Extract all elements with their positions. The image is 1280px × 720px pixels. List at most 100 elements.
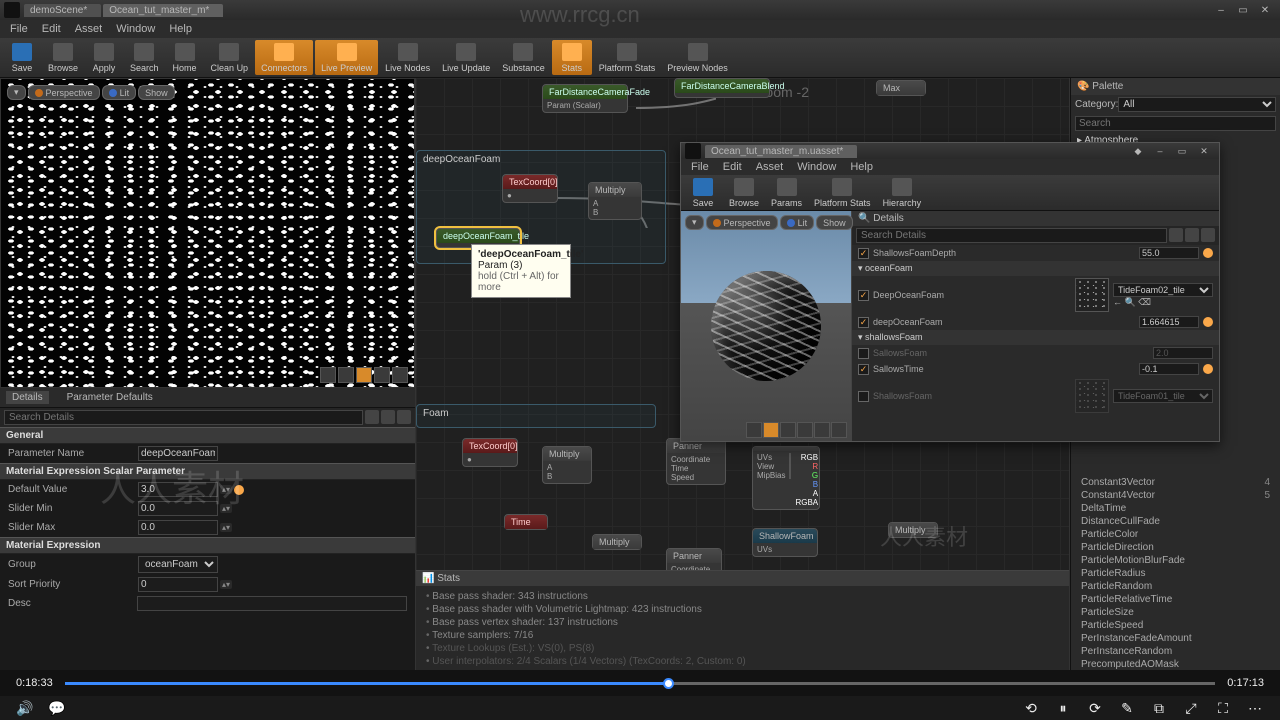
checkbox[interactable] xyxy=(858,348,869,359)
shape-teapot-icon[interactable] xyxy=(392,367,408,383)
video-seek-thumb[interactable] xyxy=(663,678,674,689)
cleanup-button[interactable]: Clean Up xyxy=(205,38,255,77)
maximize-icon[interactable]: ▭ xyxy=(1171,146,1193,157)
perspective-toggle[interactable]: Perspective xyxy=(28,85,100,100)
lit-toggle[interactable]: Lit xyxy=(780,215,815,230)
hierarchy-button[interactable]: Hierarchy xyxy=(877,175,928,210)
menu-asset[interactable]: Asset xyxy=(750,160,790,174)
revert-icon[interactable] xyxy=(234,485,244,495)
list-icon[interactable] xyxy=(1185,228,1199,242)
node-fardistblend[interactable]: FarDistanceCameraBlend xyxy=(674,78,770,98)
sortpriority-input[interactable] xyxy=(138,577,218,592)
platformstats-button[interactable]: Platform Stats xyxy=(593,38,662,77)
viewport-dropdown[interactable]: ▾ xyxy=(685,215,704,230)
node-panner[interactable]: PannerCoordinateTimeSpeed xyxy=(666,438,726,485)
menu-window[interactable]: Window xyxy=(791,160,842,174)
forward-icon[interactable]: ⟳ xyxy=(1086,699,1104,717)
palette-title[interactable]: 🎨 Palette xyxy=(1071,78,1280,95)
node-multiply3[interactable]: Multiply xyxy=(592,534,642,550)
params-button[interactable]: Params xyxy=(765,175,808,210)
node-texcoord2[interactable]: TexCoord[0]● xyxy=(462,438,518,467)
search-details-input[interactable] xyxy=(4,410,363,425)
menu-help[interactable]: Help xyxy=(844,160,879,174)
palette-item[interactable]: PerInstanceFadeAmount xyxy=(1077,632,1274,645)
viewport-dropdown[interactable]: ▾ xyxy=(7,85,26,100)
param-value-input[interactable] xyxy=(1139,247,1199,259)
shape-sphere-icon[interactable] xyxy=(338,367,354,383)
pip-icon[interactable]: ⧉ xyxy=(1150,699,1168,717)
menu-file[interactable]: File xyxy=(4,22,34,36)
palette-item[interactable]: DistanceCullFade xyxy=(1077,515,1274,528)
save-button[interactable]: Save xyxy=(683,175,723,210)
node-time[interactable]: Time xyxy=(504,514,548,530)
search-button[interactable]: Search xyxy=(124,38,165,77)
volume-icon[interactable]: 🔊 xyxy=(16,699,34,717)
palette-item[interactable]: ParticleMotionBlurFade xyxy=(1077,554,1274,567)
pause-icon[interactable]: ⏸ xyxy=(1054,699,1072,717)
shape-cylinder-icon[interactable] xyxy=(320,367,336,383)
palette-item[interactable]: ParticleColor xyxy=(1077,528,1274,541)
shape-cylinder-icon[interactable] xyxy=(814,422,830,438)
checkbox[interactable] xyxy=(858,317,869,328)
palette-item[interactable]: ParticleDirection xyxy=(1077,541,1274,554)
palette-item[interactable]: Constant3Vector4 xyxy=(1077,476,1274,489)
minimize-icon[interactable]: – xyxy=(1149,146,1171,157)
defaultvalue-input[interactable] xyxy=(138,482,218,497)
stats-title[interactable]: 📊 Stats xyxy=(416,571,1069,586)
show-toggle[interactable]: Show xyxy=(138,85,175,100)
perspective-toggle[interactable]: Perspective xyxy=(706,215,778,230)
fullscreen-icon[interactable]: ⛶ xyxy=(1214,699,1232,717)
shape-plane-icon[interactable] xyxy=(356,367,372,383)
palette-item[interactable]: ParticleRandom xyxy=(1077,580,1274,593)
group-shallowsfoam[interactable]: ▾ shallowsFoam xyxy=(852,330,1219,345)
shape-toggle-icon[interactable] xyxy=(746,422,762,438)
node-multiply2[interactable]: MultiplyAB xyxy=(542,446,592,484)
palette-item[interactable]: ParticleRadius xyxy=(1077,567,1274,580)
livepreview-button[interactable]: Live Preview xyxy=(315,40,378,75)
menu-window[interactable]: Window xyxy=(110,22,161,36)
spinner-icon[interactable]: ▴▾ xyxy=(220,485,232,494)
home-button[interactable]: Home xyxy=(165,38,205,77)
stats-button[interactable]: Stats xyxy=(552,40,592,75)
palette-item[interactable]: PerInstanceRandom xyxy=(1077,645,1274,658)
palette-item[interactable]: ParticleSize xyxy=(1077,606,1274,619)
eye-icon[interactable] xyxy=(397,410,411,424)
lit-toggle[interactable]: Lit xyxy=(102,85,137,100)
shape-sphere-icon[interactable] xyxy=(763,422,779,438)
material-instance-window[interactable]: Ocean_tut_master_m.uasset* ◆ – ▭ ✕ File … xyxy=(680,142,1220,442)
texture-dropdown[interactable]: TideFoam01_tile xyxy=(1113,389,1213,403)
subtitle-icon[interactable]: 💬 xyxy=(48,699,66,717)
palette-search-input[interactable] xyxy=(1075,116,1276,131)
slidermax-input[interactable] xyxy=(138,520,218,535)
palette-item[interactable]: DeltaTime xyxy=(1077,502,1274,515)
group-general[interactable]: General xyxy=(0,427,415,444)
desc-input[interactable] xyxy=(137,596,407,611)
tab-ocean-instance[interactable]: Ocean_tut_master_m.uasset* xyxy=(705,145,857,158)
texture-thumbnail[interactable] xyxy=(1075,278,1109,312)
menu-edit[interactable]: Edit xyxy=(717,160,748,174)
menu-asset[interactable]: Asset xyxy=(69,22,109,36)
search-icon[interactable] xyxy=(365,410,379,424)
palette-item[interactable]: PrecomputedAOMask xyxy=(1077,658,1274,670)
palette-item[interactable]: ParticleSpeed xyxy=(1077,619,1274,632)
group-oceanfoam[interactable]: ▾ oceanFoam xyxy=(852,261,1219,276)
search-icon[interactable] xyxy=(1169,228,1183,242)
platformstats-button[interactable]: Platform Stats xyxy=(808,175,877,210)
node-fardistfade[interactable]: FarDistanceCameraFadeParam (Scalar) xyxy=(542,84,628,113)
browse-button[interactable]: Browse xyxy=(42,38,84,77)
show-toggle[interactable]: Show xyxy=(816,215,853,230)
rewind-icon[interactable]: ⟲ xyxy=(1022,699,1040,717)
details-tab[interactable]: Details xyxy=(6,391,49,404)
spinner-icon[interactable]: ▴▾ xyxy=(220,580,232,589)
eye-icon[interactable] xyxy=(1201,228,1215,242)
liveupdate-button[interactable]: Live Update xyxy=(436,38,496,77)
shape-cube-icon[interactable] xyxy=(374,367,390,383)
palette-item[interactable]: Constant4Vector5 xyxy=(1077,489,1274,502)
palette-item[interactable]: ParticleRelativeTime xyxy=(1077,593,1274,606)
node-texsample[interactable]: UVsView MipBiasRGBRGBARGBA xyxy=(752,446,820,510)
more-icon[interactable]: ⋯ xyxy=(1246,699,1264,717)
node-texcoord[interactable]: TexCoord[0]● xyxy=(502,174,558,203)
livenodes-button[interactable]: Live Nodes xyxy=(379,38,436,77)
menu-edit[interactable]: Edit xyxy=(36,22,67,36)
pencil-icon[interactable]: ✎ xyxy=(1118,699,1136,717)
